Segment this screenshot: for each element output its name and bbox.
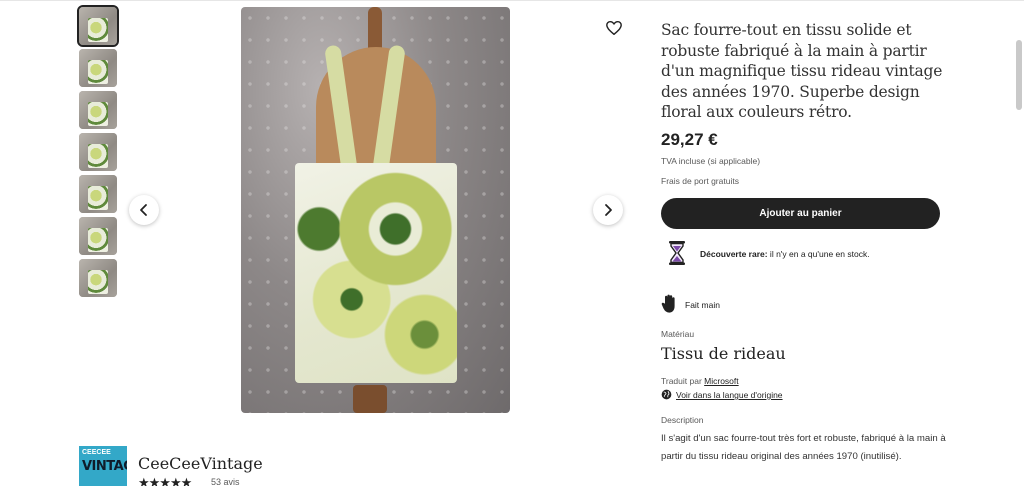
thumbnail-7[interactable] xyxy=(79,259,117,297)
material-value: Tissu de rideau xyxy=(661,344,786,363)
rare-find-text: il n'y en a qu'une en stock. xyxy=(767,249,870,259)
review-count[interactable]: 53 avis xyxy=(211,477,240,486)
rating-stars: ★★★★★ xyxy=(138,475,192,486)
add-to-cart-button[interactable]: Ajouter au panier xyxy=(661,198,940,229)
thumbnail-5[interactable] xyxy=(79,175,117,213)
thumbnail-4[interactable] xyxy=(79,133,117,171)
page-top-border xyxy=(0,0,1024,4)
chevron-left-icon xyxy=(140,204,147,216)
main-product-image[interactable] xyxy=(241,7,510,413)
hand-icon xyxy=(661,294,675,313)
translated-by: Traduit par Microsoft xyxy=(661,376,739,386)
thumbnail-strip xyxy=(77,5,119,301)
description-label: Description xyxy=(661,415,704,425)
previous-image-button[interactable] xyxy=(129,195,159,225)
vat-note: TVA incluse (si applicable) xyxy=(661,156,761,166)
globe-icon xyxy=(661,389,672,400)
thumbnail-3[interactable] xyxy=(79,91,117,129)
shop-logo-line1: CEECEE xyxy=(82,449,111,456)
heart-icon[interactable] xyxy=(605,19,623,37)
thumbnail-6[interactable] xyxy=(79,217,117,255)
material-label: Matériau xyxy=(661,329,695,339)
scrollbar[interactable] xyxy=(1016,40,1022,110)
product-price: 29,27 € xyxy=(661,130,718,149)
shipping-note: Frais de port gratuits xyxy=(661,176,739,186)
chevron-right-icon xyxy=(605,204,612,216)
handmade-label: Fait main xyxy=(685,300,720,310)
thumbnail-2[interactable] xyxy=(79,49,117,87)
thumbnail-1[interactable] xyxy=(77,5,119,47)
description-text: Il s'agit d'un sac fourre-tout très fort… xyxy=(661,433,946,462)
shop-logo[interactable]: CEECEE VINTAGE xyxy=(79,446,127,486)
product-title: Sac fourre-tout en tissu solide et robus… xyxy=(661,21,943,121)
hourglass-icon xyxy=(669,241,685,265)
translated-prefix: Traduit par xyxy=(661,376,705,386)
rare-find-label: Découverte rare: xyxy=(700,249,768,259)
microsoft-link[interactable]: Microsoft xyxy=(704,376,738,386)
next-image-button[interactable] xyxy=(593,195,623,225)
rare-find-note: Découverte rare: il n'y en a qu'une en s… xyxy=(700,249,870,259)
shop-name[interactable]: CeeCeeVintage xyxy=(138,454,263,473)
view-original-language-link[interactable]: Voir dans la langue d'origine xyxy=(676,390,783,400)
shop-logo-line2: VINTAGE xyxy=(82,459,127,474)
